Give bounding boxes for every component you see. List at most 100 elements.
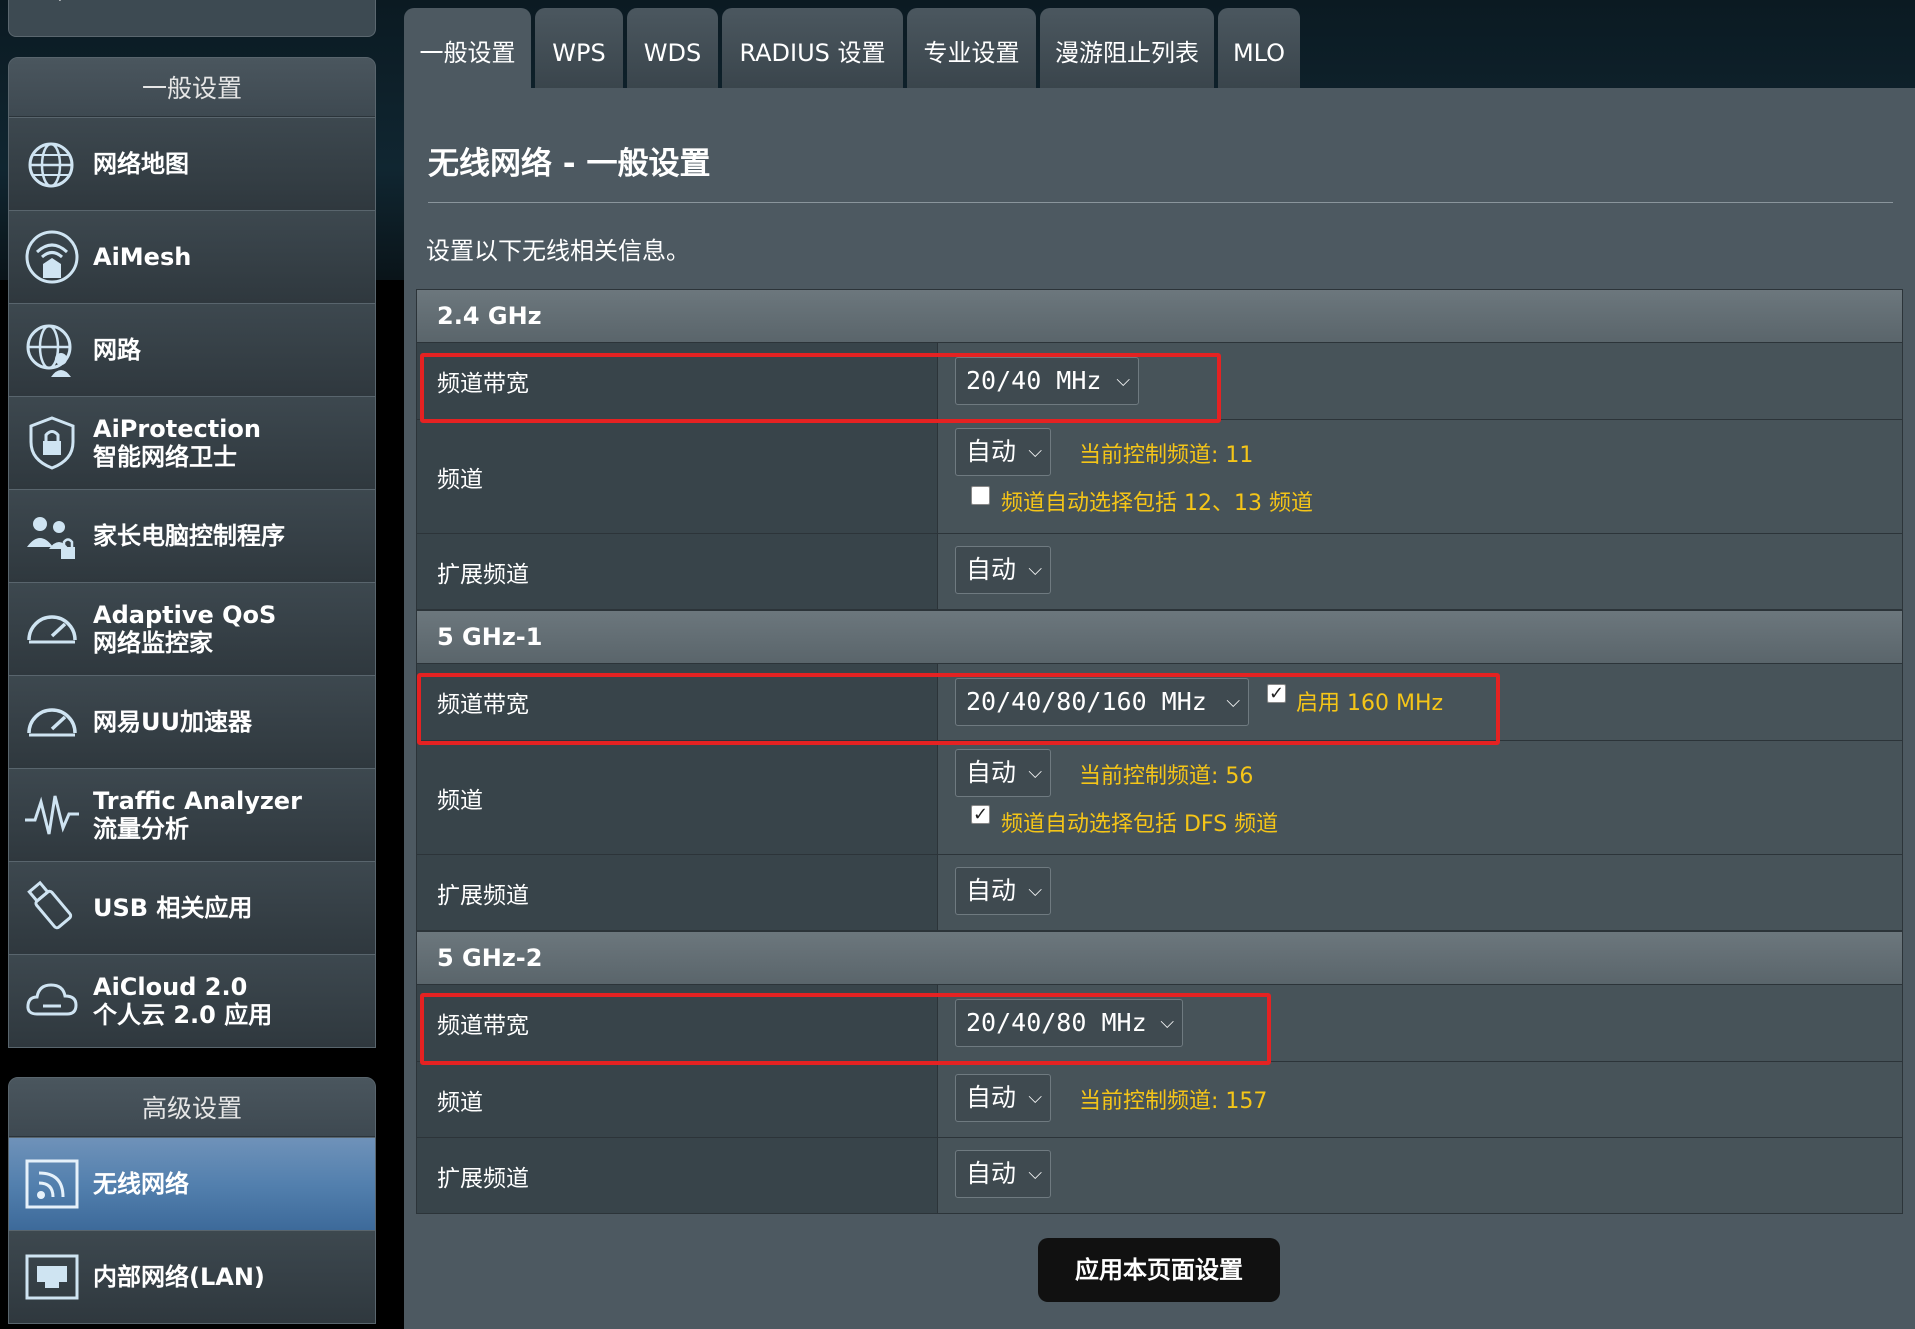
- sidebar-item-parental-control[interactable]: 家长电脑控制程序: [9, 489, 375, 582]
- apply-button[interactable]: 应用本页面设置: [1038, 1238, 1280, 1302]
- row-label-cell: 频道: [417, 1062, 938, 1137]
- tab-mlo[interactable]: MLO: [1218, 8, 1300, 88]
- band-title: 5 GHz-1: [437, 623, 543, 651]
- row-label-cell: 扩展频道: [417, 534, 938, 609]
- select-value: 自动: [966, 437, 1017, 466]
- row-channel-2g: 频道 自动 ⌵ 当前控制频道: 11 频道自动选择包括 12、13 频道: [416, 420, 1903, 534]
- sidebar-item-label: 网路: [93, 336, 141, 364]
- band-title: 5 GHz-2: [437, 944, 543, 972]
- cloud-icon: [26, 983, 78, 1016]
- sidebar-advanced-header: 高级设置: [9, 1078, 375, 1137]
- sidebar-item-label: 网易UU加速器: [93, 708, 252, 736]
- band-header-5g2: 5 GHz-2: [416, 931, 1903, 985]
- tab-wds[interactable]: WDS: [627, 8, 718, 88]
- channel-select-5g2[interactable]: 自动 ⌵: [955, 1074, 1051, 1122]
- row-ext-channel-5g2: 扩展频道 自动 ⌵: [416, 1138, 1903, 1214]
- sidebar-item-label: 网络地图: [93, 150, 189, 178]
- tab-roaming-block-list[interactable]: 漫游阻止列表: [1040, 8, 1214, 88]
- sidebar-item-adaptive-qos[interactable]: Adaptive QoS 网络监控家: [9, 582, 375, 675]
- sidebar-item-label: Traffic Analyzer 流量分析: [93, 787, 302, 843]
- sidebar-item-lan[interactable]: 内部网络(LAN): [9, 1230, 375, 1323]
- shield-lock-icon: [29, 416, 75, 470]
- sidebar-item-title: AiCloud 2.0: [93, 973, 248, 1001]
- row-label: 扩展频道: [437, 561, 529, 588]
- speedometer-icon: [27, 708, 77, 737]
- tab-radius[interactable]: RADIUS 设置: [722, 8, 903, 88]
- select-value: 自动: [966, 555, 1017, 584]
- sidebar-item-wireless[interactable]: 无线网络: [9, 1137, 375, 1230]
- main-panel: 无线网络 - 一般设置 设置以下无线相关信息。 2.4 GHz 频道带宽 20/…: [404, 88, 1915, 1329]
- sidebar-item-label: AiCloud 2.0 个人云 2.0 应用: [93, 973, 272, 1029]
- highlight-box-5g2-bandwidth: [420, 993, 1271, 1065]
- sidebar-top-item[interactable]: [8, 0, 376, 37]
- channel-select-5g1[interactable]: 自动 ⌵: [955, 749, 1051, 797]
- row-label: 频道: [437, 1089, 483, 1116]
- chevron-down-icon: ⌵: [1028, 880, 1042, 901]
- sidebar-item-label: USB 相关应用: [93, 894, 253, 922]
- select-value: 自动: [966, 876, 1017, 905]
- title-divider: [428, 202, 1893, 203]
- tab-professional[interactable]: 专业设置: [907, 8, 1036, 88]
- ext-channel-select-5g1[interactable]: 自动 ⌵: [955, 867, 1051, 915]
- tab-general[interactable]: 一般设置: [404, 8, 531, 88]
- sidebar-item-network-map[interactable]: 网络地图: [9, 117, 375, 210]
- wireless-settings-table: 2.4 GHz 频道带宽 20/40 MHz ⌵ 频道 自动 ⌵ 当前控制频道:…: [416, 289, 1903, 1214]
- sidebar-item-label: AiProtection 智能网络卫士: [93, 415, 261, 471]
- sidebar-item-subtitle: 智能网络卫士: [93, 443, 237, 471]
- wireless-icon: [25, 1159, 79, 1209]
- sidebar-item-aiprotection[interactable]: AiProtection 智能网络卫士: [9, 396, 375, 489]
- router-admin-page: 一般设置 网络地图 AiMesh 网路 AiProtection 智能网络卫士 …: [0, 0, 1915, 1329]
- highlight-box-2g-bandwidth: [420, 353, 1221, 423]
- row-label-cell: 扩展频道: [417, 1138, 938, 1213]
- sidebar-item-label: 内部网络(LAN): [93, 1263, 265, 1291]
- globe-person-icon: [26, 324, 72, 377]
- sidebar-item-internet[interactable]: 网路: [9, 303, 375, 396]
- band-header-5g1: 5 GHz-1: [416, 610, 1903, 664]
- checkbox-label: 频道自动选择包括 12、13 频道: [1001, 491, 1313, 516]
- sidebar-item-aicloud[interactable]: AiCloud 2.0 个人云 2.0 应用: [9, 954, 375, 1047]
- chevron-down-icon: ⌵: [1028, 762, 1042, 783]
- sidebar-general-section: 一般设置 网络地图 AiMesh 网路 AiProtection 智能网络卫士 …: [8, 57, 376, 1048]
- include-dfs-checkbox[interactable]: ✓: [971, 805, 990, 824]
- sidebar-general-header: 一般设置: [9, 58, 375, 117]
- sidebar-item-aimesh[interactable]: AiMesh: [9, 210, 375, 303]
- page-title: 无线网络 - 一般设置: [428, 146, 711, 182]
- ext-channel-select-5g2[interactable]: 自动 ⌵: [955, 1150, 1051, 1198]
- speedometer-icon: [27, 615, 77, 644]
- search-icon: [49, 0, 75, 3]
- row-channel-5g1: 频道 自动 ⌵ 当前控制频道: 56 ✓ 频道自动选择包括 DFS 频道: [416, 741, 1903, 855]
- family-lock-icon: [27, 517, 75, 559]
- include-12-13-checkbox[interactable]: [971, 486, 990, 505]
- highlight-box-5g1-bandwidth: [417, 673, 1500, 745]
- row-label: 扩展频道: [437, 1165, 529, 1192]
- row-ext-channel-5g1: 扩展频道 自动 ⌵: [416, 855, 1903, 931]
- ext-channel-select-2g[interactable]: 自动 ⌵: [955, 546, 1051, 594]
- chevron-down-icon: ⌵: [1028, 1163, 1042, 1184]
- band-title: 2.4 GHz: [437, 302, 542, 330]
- sidebar-item-title: Traffic Analyzer: [93, 787, 302, 815]
- chevron-down-icon: ⌵: [1028, 559, 1042, 580]
- sidebar-item-label: 家长电脑控制程序: [93, 522, 285, 550]
- sidebar-item-traffic-analyzer[interactable]: Traffic Analyzer 流量分析: [9, 768, 375, 861]
- sidebar-item-subtitle: 流量分析: [93, 815, 189, 843]
- chevron-down-icon: ⌵: [1028, 1087, 1042, 1108]
- select-value: 自动: [966, 758, 1017, 787]
- row-ext-channel-2g: 扩展频道 自动 ⌵: [416, 534, 1903, 610]
- sidebar-advanced-section: 高级设置 无线网络 内部网络(LAN): [8, 1077, 376, 1324]
- row-label: 扩展频道: [437, 882, 529, 909]
- tab-wps[interactable]: WPS: [535, 8, 623, 88]
- select-value: 自动: [966, 1159, 1017, 1188]
- row-label: 频道: [437, 466, 483, 493]
- chevron-down-icon: ⌵: [1028, 441, 1042, 462]
- mesh-router-icon: [25, 230, 79, 284]
- channel-select-2g[interactable]: 自动 ⌵: [955, 428, 1051, 476]
- row-label-cell: 频道: [417, 741, 938, 854]
- sidebar-item-label: AiMesh: [93, 243, 192, 271]
- sidebar-item-label: Adaptive QoS 网络监控家: [93, 601, 276, 657]
- sidebar-item-uu-accelerator[interactable]: 网易UU加速器: [9, 675, 375, 768]
- control-channel-info: 当前控制频道: 56: [1079, 764, 1254, 789]
- sidebar-item-usb[interactable]: USB 相关应用: [9, 861, 375, 954]
- row-label: 频道: [437, 787, 483, 814]
- sidebar-item-label: 无线网络: [93, 1170, 189, 1198]
- row-label-cell: 频道: [417, 420, 938, 533]
